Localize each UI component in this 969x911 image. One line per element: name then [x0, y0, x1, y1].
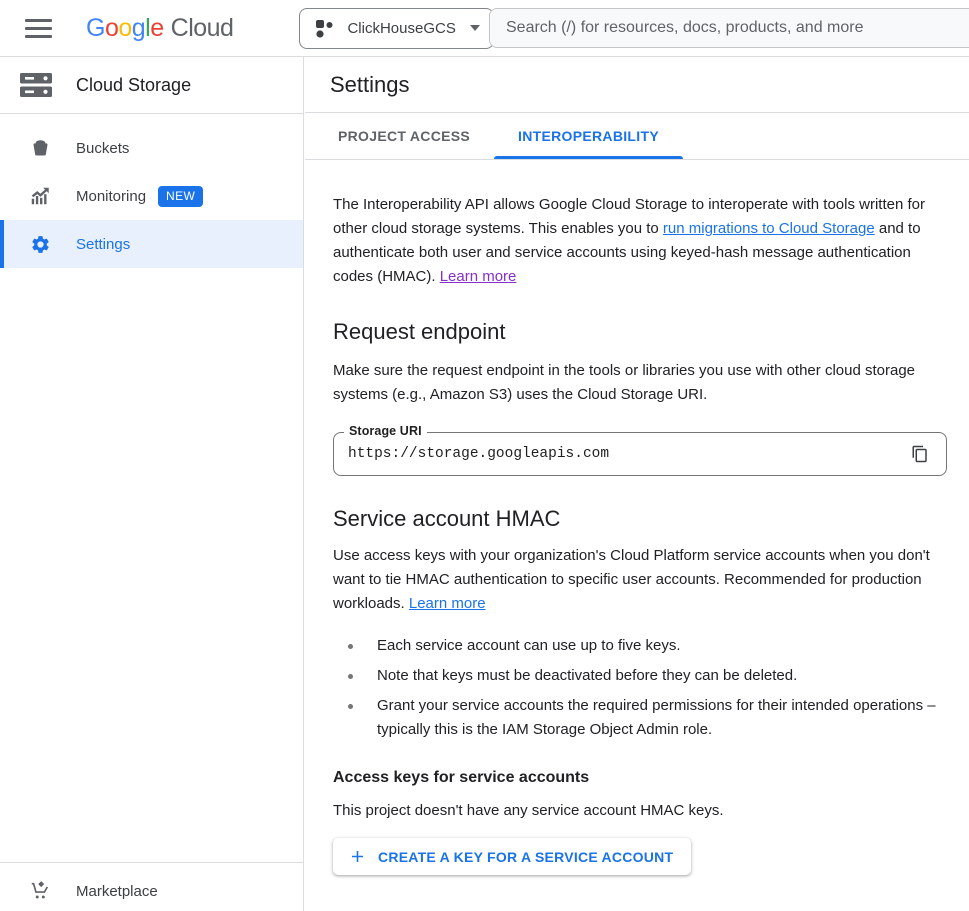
plus-icon — [348, 847, 367, 866]
sidebar-item-label: Monitoring — [76, 188, 146, 205]
copy-button[interactable] — [906, 440, 934, 468]
page-title-bar: Settings — [305, 57, 969, 113]
gear-icon — [28, 232, 52, 256]
access-keys-heading: Access keys for service accounts — [333, 769, 947, 787]
copy-icon — [911, 445, 929, 463]
sidebar-product-header: Cloud Storage — [0, 57, 303, 114]
list-item: Note that keys must be deactivated befor… — [333, 664, 947, 688]
cart-icon — [28, 879, 52, 903]
sidebar-item-label: Buckets — [76, 140, 129, 157]
sidebar-item-marketplace[interactable]: Marketplace — [0, 867, 303, 911]
sidebar-item-label: Marketplace — [76, 883, 158, 900]
sidebar-footer: Marketplace — [0, 867, 303, 911]
top-app-bar: GoogleCloud ClickHouseGCS — [0, 0, 969, 57]
interoperability-learn-more-link[interactable]: Learn more — [440, 268, 517, 285]
sidebar-item-buckets[interactable]: Buckets — [0, 124, 303, 172]
create-key-button[interactable]: CREATE A KEY FOR A SERVICE ACCOUNT — [333, 838, 691, 875]
storage-uri-label: Storage URI — [344, 424, 427, 438]
google-logo-wordmark: Google — [86, 14, 164, 42]
hmac-bullet-list: Each service account can use up to five … — [333, 634, 947, 742]
tab-project-access[interactable]: PROJECT ACCESS — [314, 113, 494, 159]
project-icon — [314, 18, 335, 39]
request-endpoint-description: Make sure the request endpoint in the to… — [333, 359, 947, 407]
sidebar-divider — [0, 862, 303, 863]
sidebar-item-settings[interactable]: Settings — [0, 220, 303, 268]
main-content: Settings PROJECT ACCESS INTEROPERABILITY… — [305, 57, 969, 911]
sidebar-item-label: Settings — [76, 236, 130, 253]
cloud-storage-icon — [19, 71, 53, 99]
logo-cloud-text: Cloud — [171, 14, 234, 42]
search-input[interactable] — [506, 19, 969, 37]
new-badge: NEW — [158, 186, 203, 207]
search-bar[interactable] — [489, 8, 969, 48]
project-name: ClickHouseGCS — [347, 20, 455, 37]
sidebar: Cloud Storage Buckets — [0, 57, 304, 911]
tab-bar: PROJECT ACCESS INTEROPERABILITY — [305, 113, 969, 160]
bucket-icon — [28, 136, 52, 160]
menu-icon[interactable] — [25, 19, 52, 38]
request-endpoint-heading: Request endpoint — [333, 319, 947, 345]
tab-interoperability[interactable]: INTEROPERABILITY — [494, 113, 683, 159]
product-title: Cloud Storage — [76, 75, 191, 96]
google-cloud-logo: GoogleCloud — [86, 14, 233, 43]
no-keys-message: This project doesn't have any service ac… — [333, 799, 947, 823]
hmac-description: Use access keys with your organization's… — [333, 544, 947, 616]
service-account-hmac-heading: Service account HMAC — [333, 506, 947, 532]
page-title: Settings — [330, 72, 410, 98]
sidebar-nav: Buckets Monitoring NEW — [0, 114, 303, 268]
list-item: Grant your service accounts the required… — [333, 694, 947, 742]
intro-paragraph: The Interoperability API allows Google C… — [333, 193, 947, 289]
storage-uri-field: Storage URI https://storage.googleapis.c… — [333, 432, 947, 476]
monitoring-icon — [28, 184, 52, 208]
run-migrations-link[interactable]: run migrations to Cloud Storage — [663, 220, 875, 237]
chevron-down-icon — [470, 25, 480, 31]
project-selector[interactable]: ClickHouseGCS — [299, 8, 493, 49]
create-key-button-label: CREATE A KEY FOR A SERVICE ACCOUNT — [378, 849, 673, 865]
list-item: Each service account can use up to five … — [333, 634, 947, 658]
storage-uri-value: https://storage.googleapis.com — [348, 446, 609, 462]
tab-panel-interoperability: The Interoperability API allows Google C… — [305, 160, 969, 875]
sidebar-item-monitoring[interactable]: Monitoring NEW — [0, 172, 303, 220]
hmac-learn-more-link[interactable]: Learn more — [409, 595, 486, 612]
